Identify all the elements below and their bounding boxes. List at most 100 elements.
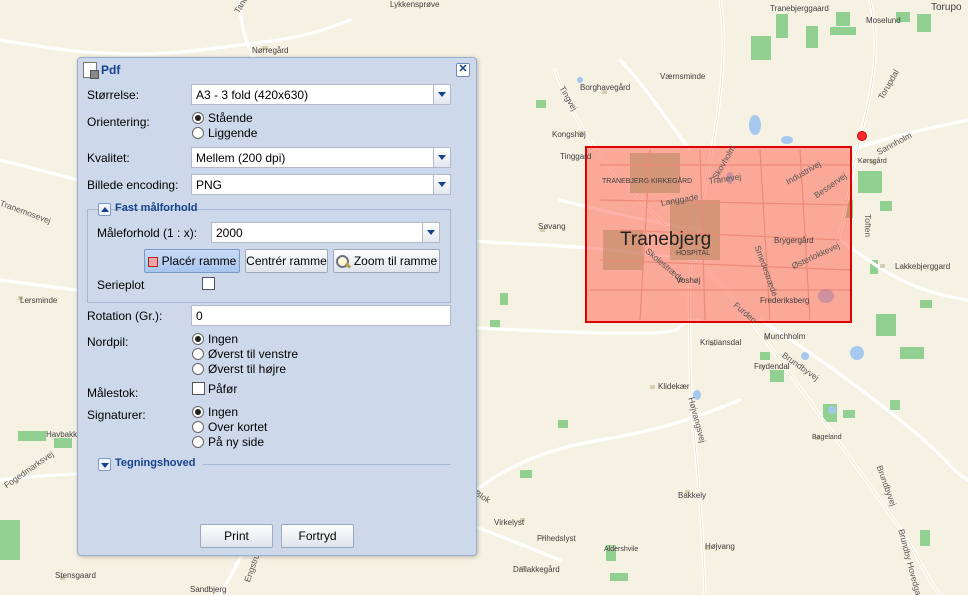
radio-icon[interactable] (192, 333, 204, 345)
rotation-field[interactable] (191, 305, 451, 326)
scale-ratio-value: 2000 (216, 226, 243, 240)
expand-icon[interactable] (98, 458, 111, 471)
map-label: Bageland (812, 434, 842, 441)
frame-icon (147, 256, 158, 267)
pdf-dialog: Pdf ✕ Størrelse: A3 - 3 fold (420x630) O… (77, 57, 477, 556)
map-label: Værnsminde (660, 72, 706, 81)
encoding-select[interactable]: PNG (191, 174, 451, 195)
map-label: Munchholm (764, 332, 806, 341)
close-button[interactable]: ✕ (456, 63, 470, 77)
drawing-header-section[interactable]: Tegningshoved (98, 457, 451, 473)
scale-ratio-dropdown-icon[interactable] (422, 223, 439, 242)
center-frame-button[interactable]: Centrér ramme (245, 249, 328, 273)
map-label: Nørregård (252, 46, 289, 55)
map-label: Søvang (538, 222, 566, 231)
map-town-label: Tranebjerg (620, 229, 712, 250)
map-label: Højvang (705, 542, 735, 551)
orientation-option-label: Stående (208, 111, 253, 125)
north-arrow-option-label: Øverst til venstre (208, 347, 299, 361)
north-arrow-label: Nordpil: (87, 335, 129, 349)
radio-icon[interactable] (192, 112, 204, 124)
radio-icon[interactable] (192, 406, 204, 418)
divider (203, 464, 451, 465)
size-dropdown-icon[interactable] (433, 85, 450, 104)
cancel-button-label: Fortryd (298, 529, 337, 543)
serieplot-label: Serieplot (97, 278, 145, 292)
map-label: Borghavegård (580, 83, 631, 92)
map-label: Aldershvile (604, 546, 639, 553)
pdf-document-icon (83, 62, 99, 79)
map-label: Lakkebjerggard (895, 262, 951, 271)
print-button-label: Print (224, 529, 249, 543)
north-arrow-option-label: Ingen (208, 332, 239, 346)
collapse-icon[interactable] (98, 203, 111, 216)
zoom-frame-button[interactable]: Zoom til ramme (333, 249, 440, 273)
dialog-header[interactable]: Pdf ✕ (78, 58, 476, 80)
legend-option-label: På ny side (208, 435, 265, 449)
map-label: Tranebjerggaard (770, 4, 829, 13)
scalebar-option-label: Påfør (208, 382, 238, 396)
map-label: HOSPITAL (676, 250, 711, 257)
radio-icon[interactable] (192, 421, 204, 433)
map-label: Lersminde (20, 296, 58, 305)
map-label: TRANEBJERG KIRKEGÅRD (602, 178, 693, 185)
size-select[interactable]: A3 - 3 fold (420x630) (191, 84, 451, 105)
encoding-dropdown-icon[interactable] (433, 175, 450, 194)
orientation-label: Orientering: (87, 115, 150, 129)
radio-icon[interactable] (192, 363, 204, 375)
legend-label: Signaturer: (87, 408, 146, 422)
scale-ratio-select[interactable]: 2000 (211, 222, 440, 243)
zoom-frame-label: Zoom til ramme (353, 254, 438, 268)
map-label: Torupo (931, 2, 962, 13)
quality-dropdown-icon[interactable] (433, 148, 450, 167)
map-label: Frydendal (754, 362, 790, 371)
map-label: Tinggard (560, 152, 592, 161)
map-label: Virkelyst (494, 518, 525, 527)
quality-value: Mellem (200 dpi) (196, 151, 286, 165)
drawing-header-title: Tegningshoved (115, 457, 196, 469)
dialog-title: Pdf (101, 63, 121, 77)
map-label: Dallakkegård (513, 565, 560, 574)
quality-select[interactable]: Mellem (200 dpi) (191, 147, 451, 168)
map-label: Stensgaard (55, 571, 96, 580)
fixed-scale-legend[interactable]: Fast målforhold (98, 202, 198, 218)
encoding-label: Billede encoding: (87, 178, 179, 192)
map-label: Moselund (866, 16, 901, 25)
orientation-option-label: Liggende (208, 126, 258, 140)
magnifier-icon (335, 254, 350, 269)
map-label: Sandbjerg (190, 585, 227, 594)
location-marker[interactable] (857, 131, 867, 141)
map-label: Frihedslyst (537, 534, 576, 543)
radio-icon[interactable] (192, 436, 204, 448)
map-label: Bakkely (678, 491, 707, 500)
scalebar-label: Målestok: (87, 386, 139, 400)
map-label: Brygergård (774, 236, 814, 245)
print-button[interactable]: Print (200, 524, 273, 548)
legend-option-label: Ingen (208, 405, 239, 419)
fixed-scale-fieldset: Fast målforhold Måleforhold (1 : x): 200… (87, 202, 451, 303)
fixed-scale-title: Fast målforhold (115, 202, 198, 214)
map-label: Kristiansdal (700, 338, 742, 347)
radio-icon[interactable] (192, 348, 204, 360)
map-label: Kørsgård (858, 158, 887, 165)
place-frame-label: Placér ramme (161, 254, 237, 268)
cancel-button[interactable]: Fortryd (281, 524, 354, 548)
rotation-input[interactable] (192, 306, 450, 325)
radio-icon[interactable] (192, 127, 204, 139)
north-arrow-option-label: Øverst til højre (208, 362, 287, 376)
scale-ratio-label: Måleforhold (1 : x): (97, 226, 198, 240)
encoding-value: PNG (196, 178, 223, 192)
scalebar-checkbox[interactable] (192, 382, 205, 395)
map-label: Lykkensprøve (390, 0, 440, 9)
center-frame-label: Centrér ramme (246, 254, 327, 268)
size-label: Størrelse: (87, 88, 140, 102)
quality-label: Kvalitet: (87, 151, 130, 165)
legend-option-label: Over kortet (208, 420, 268, 434)
place-frame-button[interactable]: Placér ramme (144, 249, 240, 273)
serieplot-checkbox[interactable] (202, 277, 215, 290)
size-value: A3 - 3 fold (420x630) (196, 88, 309, 102)
map-label: Voshøj (676, 276, 701, 285)
map-label: Toften (863, 214, 873, 238)
rotation-label: Rotation (Gr.): (87, 309, 163, 323)
map-label: Kongshøj (552, 130, 586, 139)
